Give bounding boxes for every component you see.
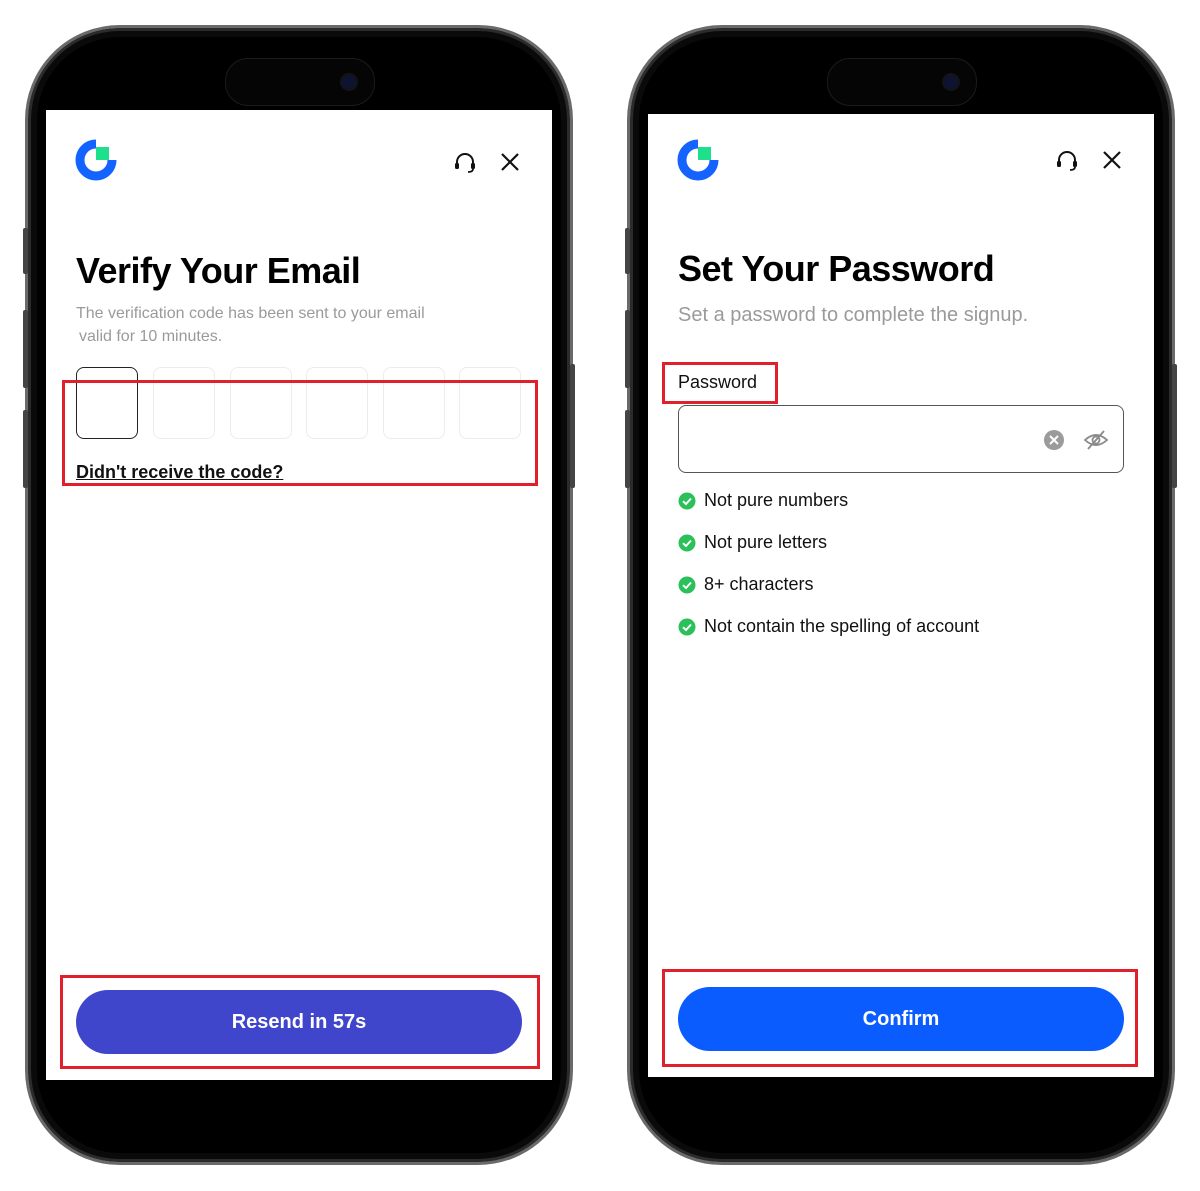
dynamic-island <box>225 58 375 106</box>
volume-up-button <box>625 310 630 388</box>
page-title: Set Your Password <box>678 248 995 289</box>
dynamic-island <box>827 58 977 106</box>
volume-down-button <box>23 410 28 488</box>
rule-text: 8+ characters <box>704 574 814 594</box>
power-button <box>1172 364 1177 488</box>
hide-password-icon[interactable] <box>1083 428 1109 452</box>
confirm-button[interactable]: Confirm <box>678 987 1124 1051</box>
rule-item: Not pure numbers <box>678 490 848 511</box>
phone-frame-verify: Verify Your Email The verification code … <box>23 25 575 1165</box>
subtitle-line-1: The verification code has been sent to y… <box>76 305 425 322</box>
page-title: Verify Your Email <box>76 250 361 291</box>
support-headset-icon[interactable] <box>1054 148 1080 174</box>
front-camera <box>944 75 958 89</box>
subtitle-line-2: valid for 10 minutes. <box>79 328 223 345</box>
page-subtitle: Set a password to complete the signup. <box>678 304 1029 326</box>
password-label: Password <box>678 372 758 392</box>
otp-digit-4[interactable] <box>306 367 368 439</box>
mute-switch <box>625 228 630 274</box>
rule-text: Not pure numbers <box>704 490 849 510</box>
front-camera <box>342 75 356 89</box>
close-icon[interactable] <box>497 149 523 175</box>
phone-frame-password: Set Your Password Set a password to comp… <box>625 25 1177 1165</box>
rule-text: Not pure letters <box>704 532 828 552</box>
didnt-receive-code-link[interactable]: Didn't receive the code? <box>76 462 283 483</box>
check-circle-icon <box>678 618 696 635</box>
otp-digit-6[interactable] <box>459 367 521 439</box>
support-headset-icon[interactable] <box>452 150 478 176</box>
mute-switch <box>23 228 28 274</box>
otp-digit-1[interactable] <box>76 367 138 439</box>
volume-down-button <box>625 410 630 488</box>
close-icon[interactable] <box>1099 147 1125 173</box>
clear-input-icon[interactable] <box>1043 429 1065 451</box>
password-input[interactable] <box>678 405 1124 473</box>
rule-item: 8+ characters <box>678 574 814 595</box>
resend-button[interactable]: Resend in 57s <box>76 990 522 1054</box>
otp-digit-5[interactable] <box>383 367 445 439</box>
verify-email-screen: Verify Your Email The verification code … <box>46 110 552 1080</box>
check-circle-icon <box>678 576 696 593</box>
rule-item: Not contain the spelling of account <box>678 616 979 637</box>
otp-digit-3[interactable] <box>230 367 292 439</box>
set-password-screen: Set Your Password Set a password to comp… <box>648 114 1154 1077</box>
check-circle-icon <box>678 492 696 509</box>
otp-input-group <box>76 367 524 441</box>
power-button <box>570 364 575 488</box>
check-circle-icon <box>678 534 696 551</box>
logo-icon <box>75 139 117 181</box>
volume-up-button <box>23 310 28 388</box>
rule-text: Not contain the spelling of account <box>704 616 980 636</box>
page-subtitle: The verification code has been sent to y… <box>76 302 425 348</box>
rule-item: Not pure letters <box>678 532 827 553</box>
logo-icon <box>677 139 719 181</box>
otp-digit-2[interactable] <box>153 367 215 439</box>
